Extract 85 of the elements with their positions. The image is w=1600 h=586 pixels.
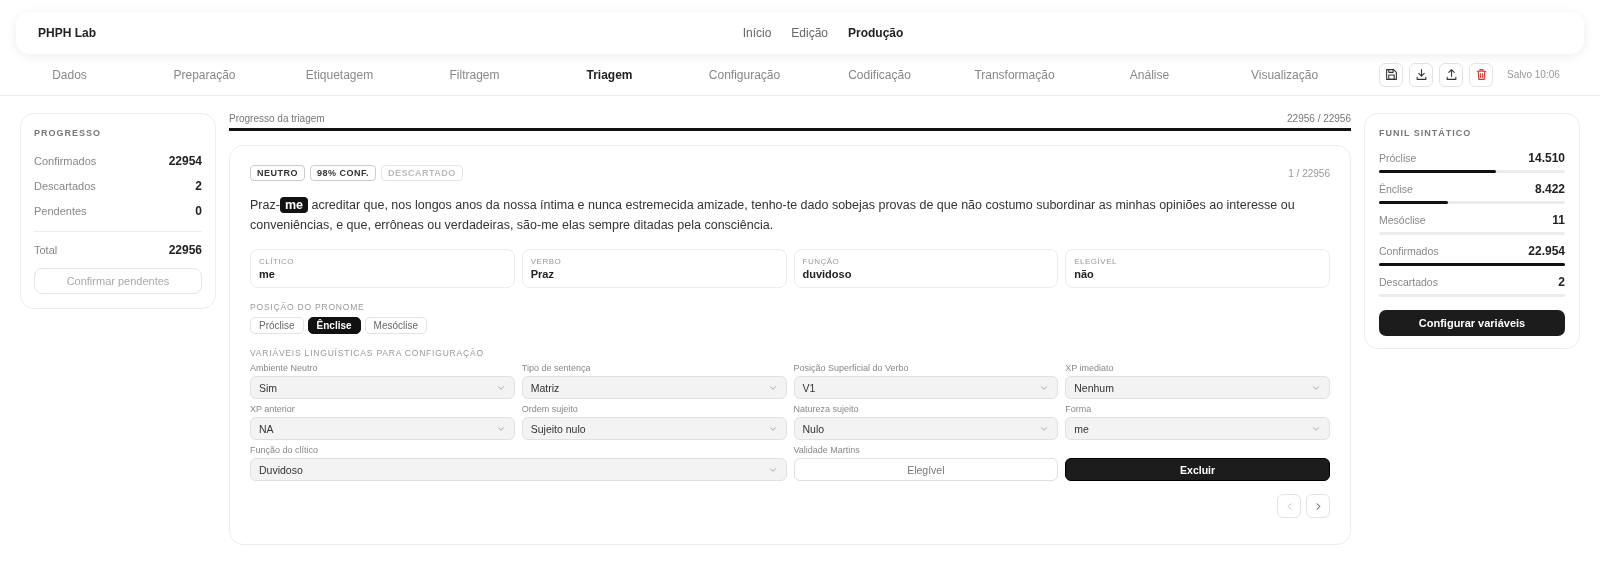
step-tab[interactable]: Visualização bbox=[1217, 67, 1352, 82]
brand-name: PHPH Lab bbox=[38, 26, 96, 40]
stat-value: 0 bbox=[195, 203, 202, 218]
field-label: FUNÇÃO bbox=[802, 257, 841, 266]
nav-link[interactable]: Início bbox=[742, 26, 772, 40]
position-option[interactable]: Ênclise bbox=[307, 317, 361, 334]
dropdown[interactable]: Sujeito nulo bbox=[521, 417, 787, 440]
field-label: XP imediato bbox=[1065, 363, 1115, 375]
total-label: Total bbox=[34, 243, 58, 256]
dropdown[interactable]: V1 bbox=[793, 376, 1059, 399]
field-label: Natureza sujeito bbox=[793, 404, 860, 416]
nav-link[interactable]: Produção bbox=[848, 26, 904, 40]
field-label: Tipo de sentença bbox=[521, 363, 592, 375]
field-value: Praz bbox=[530, 268, 555, 280]
total-value: 22956 bbox=[168, 242, 202, 257]
position-option[interactable]: Próclise bbox=[250, 317, 304, 334]
choice-button[interactable]: Excluir bbox=[1065, 458, 1330, 481]
dropdown[interactable]: Nulo bbox=[793, 417, 1059, 440]
field-label: Ordem sujeito bbox=[521, 404, 579, 416]
trash-icon bbox=[1474, 68, 1488, 81]
field-label: ELEGÍVEL bbox=[1074, 257, 1118, 266]
item-counter: 1 / 22956 bbox=[1288, 167, 1330, 179]
field-label: XP anterior bbox=[250, 404, 296, 416]
stat-label: Pendentes bbox=[34, 204, 87, 217]
step-tab[interactable]: Dados bbox=[2, 67, 137, 82]
section-title: POSIÇÃO DO PRONOME bbox=[250, 302, 366, 312]
stat-label: Confirmados bbox=[1379, 245, 1439, 257]
step-tab[interactable]: Configuração bbox=[677, 67, 812, 82]
stat-value: 8.422 bbox=[1534, 182, 1565, 196]
stat-label: Próclise bbox=[1379, 152, 1417, 164]
step-tab[interactable]: Codificação bbox=[812, 67, 947, 82]
progress-reading: 22956 / 22956 bbox=[1287, 113, 1351, 124]
configure-button[interactable]: Configurar variáveis bbox=[1379, 310, 1565, 336]
field-label: VERBO bbox=[530, 257, 563, 266]
stat-value: 14.510 bbox=[1528, 151, 1565, 165]
stat-label: Descartados bbox=[1379, 276, 1438, 288]
upload-icon bbox=[1444, 68, 1458, 81]
stat-label: Confirmados bbox=[34, 154, 97, 167]
stat-value: 11 bbox=[1552, 213, 1565, 227]
stat-label: Ênclise bbox=[1379, 183, 1413, 195]
field-label: Posição Superficial do Verbo bbox=[793, 363, 910, 375]
stat-value: 22.954 bbox=[1528, 244, 1565, 258]
panel-title: FUNIL SINTÁTICO bbox=[1379, 128, 1473, 138]
upload-button[interactable] bbox=[1439, 62, 1463, 87]
field-label: Função do clítico bbox=[250, 445, 320, 457]
stat-value: 2 bbox=[195, 178, 202, 193]
step-tab[interactable]: Preparação bbox=[137, 67, 272, 82]
tag: DESCARTADO bbox=[381, 165, 463, 181]
tag: 98% CONF. bbox=[310, 165, 376, 181]
nav-link[interactable]: Edição bbox=[791, 26, 828, 40]
step-tab[interactable]: Etiquetagem bbox=[272, 67, 407, 82]
save-status: Salvo 10:06 bbox=[1507, 69, 1560, 80]
stat-label: Descartados bbox=[34, 179, 96, 192]
field-label: CLÍTICO bbox=[259, 257, 296, 266]
dropdown[interactable]: Nenhum bbox=[1065, 376, 1330, 399]
section-title: VARIÁVEIS LINGUÍSTICAS PARA CONFIGURAÇÃO bbox=[250, 348, 485, 358]
stat-label: Mesóclise bbox=[1379, 214, 1426, 226]
field-label: Ambiente Neutro bbox=[250, 363, 319, 375]
step-tab[interactable]: Análise bbox=[1082, 67, 1217, 82]
dropdown[interactable]: NA bbox=[250, 417, 515, 440]
step-tab[interactable]: Triagem bbox=[542, 67, 677, 82]
save-button[interactable] bbox=[1379, 62, 1403, 87]
tag: NEUTRO bbox=[250, 165, 305, 181]
dropdown[interactable]: Duvidoso bbox=[250, 458, 787, 481]
dropdown[interactable]: me bbox=[1065, 417, 1330, 440]
dropdown[interactable]: Matriz bbox=[521, 376, 787, 399]
field-value: me bbox=[259, 268, 276, 280]
panel-title: PROGRESSO bbox=[34, 128, 102, 138]
stat-value: 2 bbox=[1558, 275, 1565, 289]
position-option[interactable]: Mesóclise bbox=[364, 317, 428, 334]
save-icon bbox=[1384, 68, 1398, 81]
stat-value: 22954 bbox=[168, 153, 202, 168]
field-label: Validade Martins bbox=[793, 445, 861, 457]
download-button[interactable] bbox=[1409, 62, 1433, 87]
delete-button[interactable] bbox=[1469, 62, 1493, 87]
step-tab[interactable]: Filtragem bbox=[407, 67, 542, 82]
download-icon bbox=[1414, 68, 1428, 81]
choice-button[interactable]: Elegível bbox=[793, 458, 1059, 481]
sentence-text: Praz-me acreditar que, nos longos anos da nossa íntima e nunca estremecida amizade, tenho-te dado sobejas provas de que não costumo subordinar as minhas opiniões ao interesse ou conveniências, e que, errôneas ou verdadeiras, são-me elas sempre ditadas pela consciência. bbox=[250, 196, 1296, 234]
field-value: não bbox=[1074, 268, 1095, 280]
field-value: duvidoso bbox=[802, 268, 853, 280]
dropdown[interactable]: Sim bbox=[250, 376, 515, 399]
progress-label: Progresso da triagem bbox=[229, 113, 325, 124]
field-label: Forma bbox=[1065, 404, 1093, 416]
step-tab[interactable]: Transformação bbox=[947, 67, 1082, 82]
